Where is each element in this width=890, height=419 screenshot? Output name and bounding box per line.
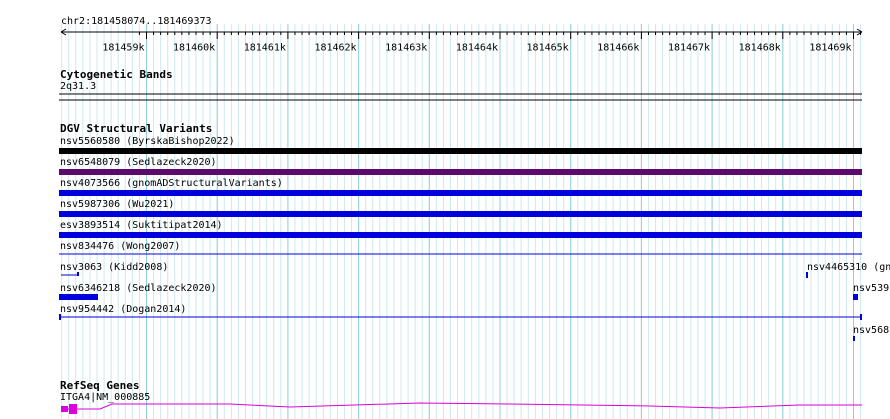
dgv-feature-label[interactable]: nsv6346218 (Sedlazeck2020) bbox=[60, 283, 217, 294]
refseq-exon[interactable] bbox=[69, 404, 77, 414]
dgv-feature-label[interactable]: nsv834476 (Wong2007) bbox=[60, 241, 180, 252]
refseq-gene-label[interactable]: ITGA4|NM_000885 bbox=[60, 392, 150, 404]
dgv-feature-bar[interactable] bbox=[59, 294, 98, 300]
dgv-feature-label[interactable]: nsv954442 (Dogan2014) bbox=[60, 304, 186, 315]
dgv-feature-bar[interactable] bbox=[853, 294, 858, 300]
dgv-feature-label[interactable]: nsv3063 (Kidd2008) bbox=[60, 262, 168, 273]
refseq-track-title: RefSeq Genes bbox=[60, 379, 140, 392]
dgv-feature-label[interactable]: nsv4465310 (gn bbox=[807, 262, 890, 273]
dgv-feature-bar[interactable] bbox=[59, 148, 862, 154]
ruler-tick-label: 181459k bbox=[102, 42, 144, 53]
dgv-feature-bar[interactable] bbox=[853, 336, 855, 341]
ruler-tick-label: 181462k bbox=[314, 42, 356, 53]
genome-browser-view[interactable]: chr2:181458074..181469373 181459k 181460k… bbox=[0, 0, 890, 419]
dgv-feature-label[interactable]: esv3893514 (Suktitipat2014) bbox=[60, 220, 223, 231]
dgv-feature-bar[interactable] bbox=[806, 272, 808, 278]
dgv-feature-bar[interactable] bbox=[59, 211, 862, 217]
dgv-feature-bar[interactable] bbox=[59, 169, 862, 175]
dgv-feature-label[interactable]: nsv5560580 (ByrskaBishop2022) bbox=[60, 136, 235, 147]
ruler-tick-label: 181468k bbox=[739, 42, 781, 53]
refseq-exon[interactable] bbox=[61, 406, 68, 412]
tracks: nsv5560580 (ByrskaBishop2022) nsv6548079 … bbox=[59, 93, 890, 414]
ruler-tick-label: 181466k bbox=[597, 42, 639, 53]
dgv-feature-label[interactable]: nsv568 bbox=[853, 325, 889, 336]
ruler-tick-label: 181460k bbox=[173, 42, 215, 53]
ruler-tick-label: 181461k bbox=[244, 42, 286, 53]
ruler-tick-label: 181464k bbox=[456, 42, 498, 53]
ruler-tick-label: 181463k bbox=[385, 42, 427, 53]
dgv-feature-bar[interactable] bbox=[59, 232, 862, 238]
ruler-tick-label: 181465k bbox=[527, 42, 569, 53]
cytoband-track-title: Cytogenetic Bands bbox=[60, 68, 173, 81]
dgv-feature-bar[interactable] bbox=[860, 314, 862, 320]
dgv-track-title: DGV Structural Variants bbox=[60, 122, 213, 135]
location-label: chr2:181458074..181469373 bbox=[61, 16, 212, 27]
ruler-track[interactable]: chr2:181458074..181469373 181459k 181460k… bbox=[60, 16, 863, 53]
refseq-intron-line[interactable] bbox=[61, 402, 862, 410]
cytoband-label: 2q31.3 bbox=[60, 81, 97, 92]
dgv-feature-bar[interactable] bbox=[77, 272, 79, 276]
dgv-feature-label[interactable]: nsv5987306 (Wu2021) bbox=[60, 199, 174, 210]
dgv-feature-bar[interactable] bbox=[59, 190, 862, 196]
ruler-tick-label: 181467k bbox=[668, 42, 710, 53]
dgv-feature-label[interactable]: nsv4073566 (gnomADStructuralVariants) bbox=[60, 178, 283, 189]
dgv-feature-label[interactable]: nsv539 bbox=[853, 283, 889, 294]
dgv-feature-bar[interactable] bbox=[59, 314, 61, 320]
dgv-feature-label[interactable]: nsv6548079 (Sedlazeck2020) bbox=[60, 157, 217, 168]
ruler-tick-label: 181469k bbox=[809, 42, 851, 53]
